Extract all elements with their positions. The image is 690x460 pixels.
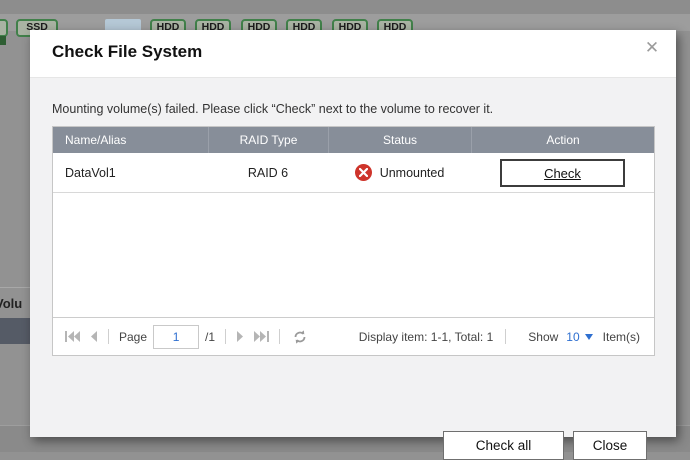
status-cell: Unmounted xyxy=(328,164,471,181)
close-icon[interactable]: ✕ xyxy=(641,37,663,59)
next-page-icon[interactable] xyxy=(236,331,245,342)
volume-name-cell: DataVol1 xyxy=(53,166,208,180)
refresh-icon[interactable] xyxy=(292,329,308,345)
pagination-bar: Page /1 xyxy=(53,317,654,355)
column-header-status[interactable]: Status xyxy=(328,127,471,153)
dialog-footer: Check all Close xyxy=(443,431,647,460)
background-divider xyxy=(0,287,30,288)
show-label: Show xyxy=(528,330,558,344)
dialog-message: Mounting volume(s) failed. Please click … xyxy=(52,102,493,116)
background-top-band xyxy=(0,0,690,14)
display-item-summary: Display item: 1-1, Total: 1 xyxy=(359,330,494,344)
background-table-header-edge xyxy=(0,318,30,344)
dialog-title: Check File System xyxy=(52,42,202,62)
status-text: Unmounted xyxy=(380,166,445,180)
table-empty-area xyxy=(53,193,654,317)
pager-divider xyxy=(225,329,226,344)
error-status-icon xyxy=(355,164,372,181)
drive-badge-partial xyxy=(0,19,8,37)
column-header-raid[interactable]: RAID Type xyxy=(208,127,328,153)
pager-divider xyxy=(279,329,280,344)
page-size-value[interactable]: 10 xyxy=(566,330,579,344)
table-header-row: Name/Alias RAID Type Status Action xyxy=(53,127,654,153)
column-header-name[interactable]: Name/Alias xyxy=(53,127,208,153)
last-page-icon[interactable] xyxy=(254,331,269,342)
action-cell: Check xyxy=(471,159,654,187)
first-page-icon[interactable] xyxy=(65,331,80,342)
page-total-label: /1 xyxy=(205,330,215,344)
dialog-body: Mounting volume(s) failed. Please click … xyxy=(30,78,676,437)
check-all-button[interactable]: Check all xyxy=(443,431,564,460)
page-number-input[interactable] xyxy=(153,325,199,349)
table-row[interactable]: DataVol1 RAID 6 Unmounted Check xyxy=(53,153,654,193)
volumes-table: Name/Alias RAID Type Status Action DataV… xyxy=(52,126,655,356)
close-button[interactable]: Close xyxy=(573,431,647,460)
page-label: Page xyxy=(119,330,147,344)
pager-divider xyxy=(505,329,506,344)
page-size-dropdown-icon[interactable] xyxy=(585,334,593,340)
drive-bay-chip xyxy=(0,36,6,45)
check-file-system-dialog: Check File System ✕ Mounting volume(s) f… xyxy=(30,30,676,437)
items-label: Item(s) xyxy=(603,330,640,344)
column-header-action[interactable]: Action xyxy=(471,127,654,153)
check-button[interactable]: Check xyxy=(500,159,625,187)
background-volume-label: Volu xyxy=(0,296,31,311)
dialog-titlebar: Check File System ✕ xyxy=(30,30,676,78)
raid-type-cell: RAID 6 xyxy=(208,166,328,180)
previous-page-icon[interactable] xyxy=(89,331,98,342)
pager-divider xyxy=(108,329,109,344)
